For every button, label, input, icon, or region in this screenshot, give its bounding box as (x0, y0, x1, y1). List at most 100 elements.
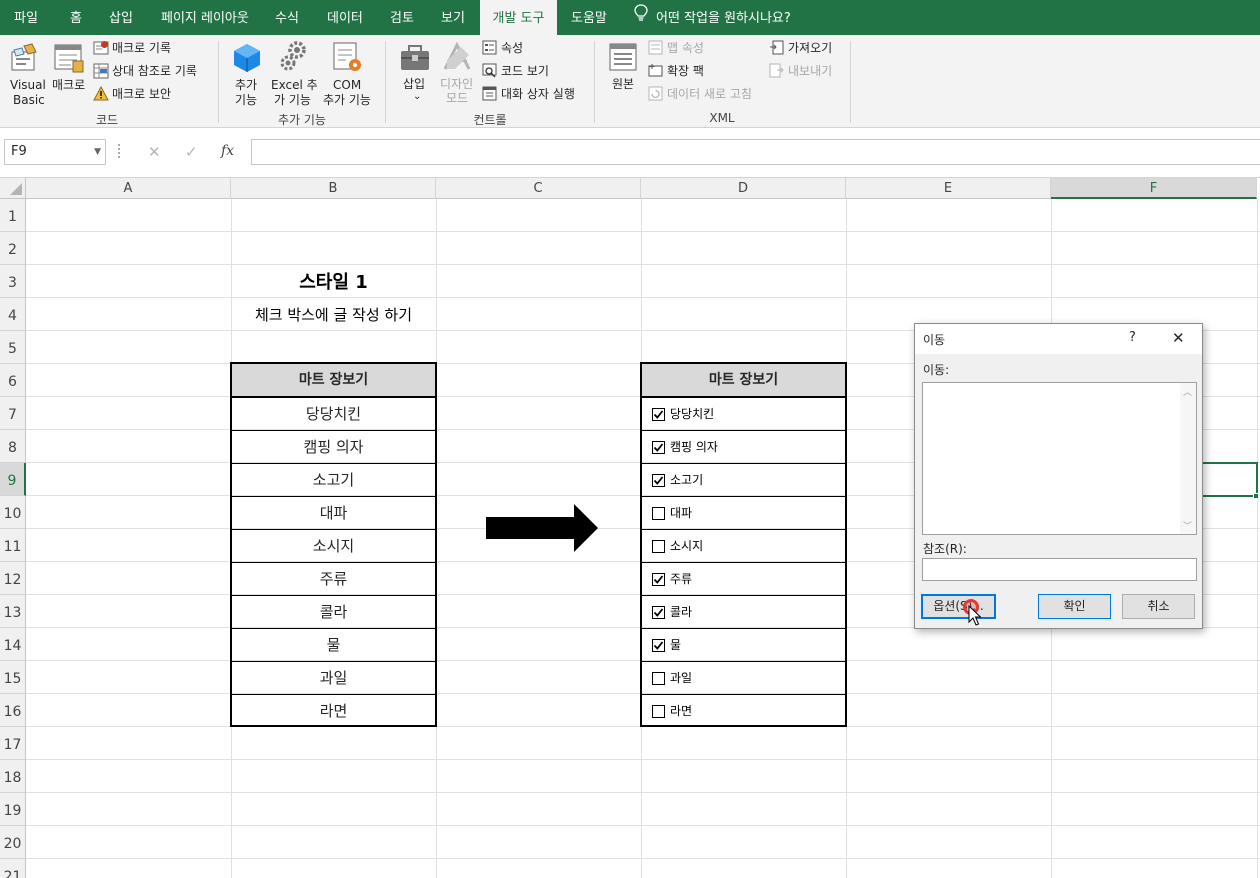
help-button[interactable]: ? (1129, 330, 1136, 345)
table-header[interactable]: 마트 장보기 (232, 364, 435, 398)
table-row[interactable]: 라면 (232, 695, 435, 725)
checkbox-row: 당당치킨 (642, 398, 845, 431)
ok-button[interactable]: 확인 (1038, 594, 1111, 619)
listbox-scrollbar[interactable]: ︿ ﹀ (1180, 383, 1196, 534)
column-header-c[interactable]: C (436, 178, 641, 199)
insert-function-icon[interactable]: fx (221, 143, 234, 159)
tab-help[interactable]: 도움말 (571, 0, 607, 35)
dialog-titlebar[interactable]: 이동 ? ✕ (915, 324, 1202, 354)
checkbox-checked[interactable] (652, 639, 665, 652)
checkbox-checked[interactable] (652, 474, 665, 487)
group-separator (850, 41, 851, 123)
table-row[interactable]: 물 (232, 629, 435, 662)
checkbox-label[interactable]: 소시지 (670, 530, 703, 562)
table-row[interactable]: 과일 (232, 662, 435, 695)
table-row[interactable]: 캠핑 의자 (232, 431, 435, 464)
checkbox-unchecked[interactable] (652, 507, 665, 520)
table-row[interactable]: 소고기 (232, 464, 435, 497)
cancel-button[interactable]: 취소 (1122, 594, 1195, 619)
chevron-down-icon[interactable]: ▼ (94, 140, 101, 164)
reference-input[interactable] (922, 558, 1197, 581)
column-header-b[interactable]: B (231, 178, 436, 199)
checkbox-checked[interactable] (652, 441, 665, 454)
row-header[interactable]: 8 (0, 430, 26, 463)
tab-data[interactable]: 데이터 (327, 0, 363, 35)
checkbox-list-table: 마트 장보기 당당치킨 캠핑 의자 소고기 대파 소시지 주류 콜라 물 과일 라면 (640, 362, 847, 727)
row-header[interactable]: 20 (0, 826, 26, 859)
table-row[interactable]: 소시지 (232, 530, 435, 563)
row-header[interactable]: 21 (0, 859, 26, 878)
goto-listbox[interactable]: ︿ ﹀ (922, 382, 1197, 535)
row-header[interactable]: 16 (0, 694, 26, 727)
checkbox-unchecked[interactable] (652, 705, 665, 718)
tab-view[interactable]: 보기 (441, 0, 465, 35)
tab-home[interactable]: 홈 (70, 0, 82, 35)
table-row[interactable]: 콜라 (232, 596, 435, 629)
row-header[interactable]: 15 (0, 661, 26, 694)
formula-input[interactable] (251, 139, 1260, 165)
gridline (26, 759, 1260, 760)
checkbox-unchecked[interactable] (652, 540, 665, 553)
gridline (26, 264, 1260, 265)
tab-file[interactable]: 파일 (14, 0, 38, 35)
checkbox-label[interactable]: 주류 (670, 563, 692, 595)
formula-bar: F9 ▼ ✕ ✓ fx (0, 128, 1260, 178)
row-header-selected[interactable]: 9 (0, 463, 26, 496)
column-header-d[interactable]: D (641, 178, 846, 199)
select-all-button[interactable] (0, 178, 26, 199)
close-icon[interactable]: ✕ (1172, 329, 1185, 347)
checkbox-unchecked[interactable] (652, 672, 665, 685)
checkbox-label[interactable]: 캠핑 의자 (670, 431, 718, 463)
name-box[interactable]: F9 ▼ (4, 139, 106, 165)
row-header[interactable]: 13 (0, 595, 26, 628)
tell-me-search[interactable]: 어떤 작업을 원하시나요? (634, 0, 791, 35)
row-header[interactable]: 19 (0, 793, 26, 826)
row-header[interactable]: 3 (0, 265, 26, 298)
fill-handle[interactable] (1253, 493, 1259, 499)
checkbox-label[interactable]: 라면 (670, 695, 692, 727)
column-header-f[interactable]: F (1051, 178, 1257, 199)
row-header[interactable]: 11 (0, 529, 26, 562)
sheet-subtitle[interactable]: 체크 박스에 글 작성 하기 (231, 304, 436, 325)
sheet-title[interactable]: 스타일 1 (231, 268, 436, 294)
checkbox-checked[interactable] (652, 408, 665, 421)
checkbox-checked[interactable] (652, 573, 665, 586)
checkbox-checked[interactable] (652, 606, 665, 619)
row-header[interactable]: 2 (0, 232, 26, 265)
row-header[interactable]: 10 (0, 496, 26, 529)
row-header[interactable]: 5 (0, 331, 26, 364)
row-header[interactable]: 7 (0, 397, 26, 430)
column-header-e[interactable]: E (846, 178, 1051, 199)
checkbox-label[interactable]: 물 (670, 629, 681, 661)
tab-formulas[interactable]: 수식 (275, 0, 299, 35)
warning-icon (93, 85, 109, 105)
row-header[interactable]: 6 (0, 364, 26, 397)
checkbox-label[interactable]: 당당치킨 (670, 398, 714, 430)
checkbox-label[interactable]: 과일 (670, 662, 692, 694)
checkbox-label[interactable]: 소고기 (670, 464, 703, 496)
row-header[interactable]: 18 (0, 760, 26, 793)
table-header[interactable]: 마트 장보기 (642, 364, 845, 398)
tab-review[interactable]: 검토 (390, 0, 414, 35)
checkbox-label[interactable]: 콜라 (670, 596, 692, 628)
row-header[interactable]: 14 (0, 628, 26, 661)
table-row[interactable]: 당당치킨 (232, 398, 435, 431)
row-header[interactable]: 17 (0, 727, 26, 760)
tab-page-layout[interactable]: 페이지 레이아웃 (161, 0, 249, 35)
export-icon (769, 63, 784, 81)
checkmark-icon (653, 476, 664, 485)
row-header[interactable]: 4 (0, 298, 26, 331)
row-header[interactable]: 1 (0, 199, 26, 232)
options-button[interactable]: 옵션(S)... (921, 594, 996, 619)
tab-developer[interactable]: 개발 도구 (480, 0, 557, 35)
table-row[interactable]: 주류 (232, 563, 435, 596)
table-row[interactable]: 대파 (232, 497, 435, 530)
scroll-up-icon[interactable]: ︿ (1183, 385, 1192, 398)
tab-insert[interactable]: 삽입 (109, 0, 133, 35)
row-header[interactable]: 12 (0, 562, 26, 595)
scroll-down-icon[interactable]: ﹀ (1183, 519, 1192, 532)
gridline (26, 231, 1260, 232)
checkmark-icon (653, 410, 664, 419)
column-header-a[interactable]: A (26, 178, 231, 199)
checkbox-label[interactable]: 대파 (670, 497, 692, 529)
